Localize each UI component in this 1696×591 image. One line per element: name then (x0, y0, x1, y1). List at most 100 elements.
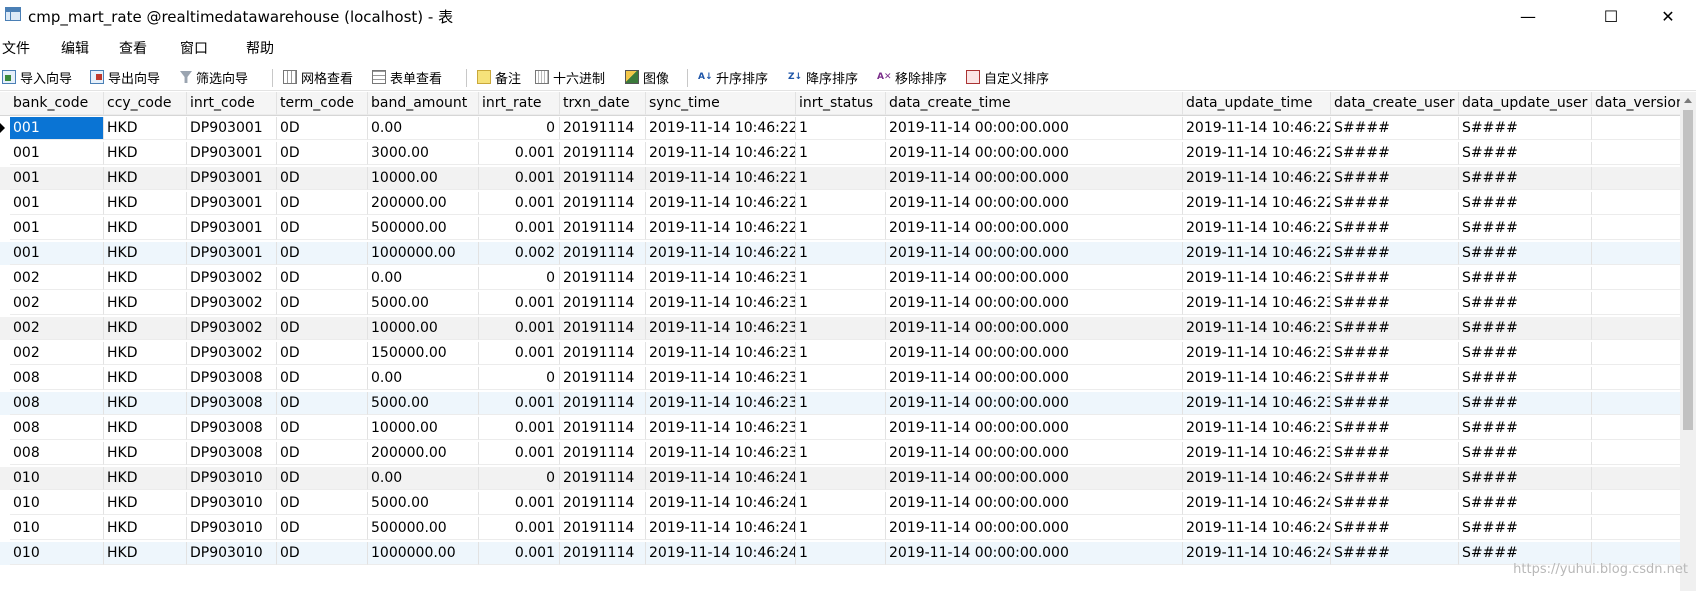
table-cell-band-amount[interactable]: 0.00 (368, 267, 479, 290)
table-cell-sync-time[interactable]: 2019-11-14 10:46:22 (646, 117, 796, 140)
table-cell-inrt-rate[interactable]: 0.001 (479, 417, 560, 440)
data-grid[interactable]: bank_code ccy_code inrt_code term_code band_… (0, 92, 1696, 591)
table-cell-term-code[interactable]: 0D (277, 467, 368, 490)
table-cell-bank-code[interactable]: 001 (10, 117, 104, 140)
table-cell-inrt-status[interactable]: 1 (796, 292, 886, 315)
table-cell-data-version[interactable] (1592, 292, 1690, 315)
table-cell-term-code[interactable]: 0D (277, 442, 368, 465)
table-cell-inrt-rate[interactable]: 0 (479, 117, 560, 140)
table-cell-data-update-time[interactable]: 2019-11-14 10:46:23 (1183, 442, 1331, 465)
table-cell-data-create-user[interactable]: S#### (1331, 192, 1459, 215)
form-view-button[interactable]: 表单查看 (372, 67, 442, 87)
table-cell-inrt-rate[interactable]: 0 (479, 367, 560, 390)
table-cell-inrt-status[interactable]: 1 (796, 267, 886, 290)
table-cell-sync-time[interactable]: 2019-11-14 10:46:23 (646, 342, 796, 365)
table-cell-term-code[interactable]: 0D (277, 392, 368, 415)
table-cell-ccy-code[interactable]: HKD (104, 342, 187, 365)
table-cell-data-create-user[interactable]: S#### (1331, 292, 1459, 315)
table-cell-inrt-code[interactable]: DP903008 (187, 392, 277, 415)
table-row[interactable]: 001 HKD DP903001 0D 1000000.00 0.002 20191114 2… (0, 242, 1690, 265)
table-cell-band-amount[interactable]: 500000.00 (368, 217, 479, 240)
table-cell-term-code[interactable]: 0D (277, 117, 368, 140)
table-cell-ccy-code[interactable]: HKD (104, 217, 187, 240)
table-row[interactable]: 001 HKD DP903001 0D 10000.00 0.001 20191114 201… (0, 167, 1690, 190)
table-cell-bank-code[interactable]: 002 (10, 342, 104, 365)
table-cell-data-update-user[interactable]: S#### (1459, 142, 1592, 165)
menu-window[interactable]: 窗口 (180, 38, 208, 58)
table-cell-trxn-date[interactable]: 20191114 (560, 542, 646, 565)
table-cell-data-create-time[interactable]: 2019-11-14 00:00:00.000 (886, 292, 1183, 315)
table-cell-data-update-user[interactable]: S#### (1459, 267, 1592, 290)
sort-descending-button[interactable]: Z↓ 降序排序 (788, 67, 858, 87)
table-cell-term-code[interactable]: 0D (277, 242, 368, 265)
table-cell-bank-code[interactable]: 008 (10, 442, 104, 465)
table-cell-inrt-rate[interactable]: 0.001 (479, 217, 560, 240)
table-cell-ccy-code[interactable]: HKD (104, 467, 187, 490)
table-cell-inrt-status[interactable]: 1 (796, 342, 886, 365)
table-cell-bank-code[interactable]: 008 (10, 367, 104, 390)
hex-button[interactable]: 十六进制 (535, 67, 605, 87)
table-cell-ccy-code[interactable]: HKD (104, 492, 187, 515)
table-row[interactable]: 001 HKD DP903001 0D 200000.00 0.001 20191114 20… (0, 192, 1690, 215)
table-cell-trxn-date[interactable]: 20191114 (560, 142, 646, 165)
table-cell-data-update-time[interactable]: 2019-11-14 10:46:22 (1183, 142, 1331, 165)
table-cell-data-create-user[interactable]: S#### (1331, 267, 1459, 290)
table-cell-inrt-status[interactable]: 1 (796, 392, 886, 415)
table-cell-inrt-status[interactable]: 1 (796, 142, 886, 165)
table-cell-data-update-user[interactable]: S#### (1459, 417, 1592, 440)
table-cell-trxn-date[interactable]: 20191114 (560, 342, 646, 365)
table-cell-inrt-rate[interactable]: 0.001 (479, 142, 560, 165)
table-cell-data-update-time[interactable]: 2019-11-14 10:46:24 (1183, 467, 1331, 490)
table-cell-ccy-code[interactable]: HKD (104, 267, 187, 290)
table-cell-inrt-rate[interactable]: 0 (479, 267, 560, 290)
column-header-band-amount[interactable]: band_amount (368, 92, 479, 115)
column-header-data-update-time[interactable]: data_update_time (1183, 92, 1331, 115)
table-cell-bank-code[interactable]: 010 (10, 492, 104, 515)
column-header-data-create-time[interactable]: data_create_time (886, 92, 1183, 115)
table-cell-data-create-user[interactable]: S#### (1331, 117, 1459, 140)
table-cell-inrt-code[interactable]: DP903002 (187, 292, 277, 315)
column-header-inrt-status[interactable]: inrt_status (796, 92, 886, 115)
table-cell-term-code[interactable]: 0D (277, 192, 368, 215)
table-cell-term-code[interactable]: 0D (277, 492, 368, 515)
table-cell-inrt-rate[interactable]: 0.001 (479, 317, 560, 340)
menu-view[interactable]: 查看 (119, 38, 147, 58)
table-cell-term-code[interactable]: 0D (277, 367, 368, 390)
table-cell-ccy-code[interactable]: HKD (104, 167, 187, 190)
table-cell-data-create-time[interactable]: 2019-11-14 00:00:00.000 (886, 417, 1183, 440)
table-cell-data-create-time[interactable]: 2019-11-14 00:00:00.000 (886, 317, 1183, 340)
table-cell-data-version[interactable] (1592, 342, 1690, 365)
table-cell-bank-code[interactable]: 001 (10, 167, 104, 190)
table-cell-bank-code[interactable]: 001 (10, 242, 104, 265)
table-cell-ccy-code[interactable]: HKD (104, 292, 187, 315)
table-cell-data-create-user[interactable]: S#### (1331, 142, 1459, 165)
menu-file[interactable]: 文件 (2, 38, 30, 58)
table-cell-data-create-user[interactable]: S#### (1331, 392, 1459, 415)
import-wizard-button[interactable]: 导入向导 (2, 67, 72, 87)
table-row[interactable]: 001 HKD DP903001 0D 3000.00 0.001 20191114 2019… (0, 142, 1690, 165)
table-cell-inrt-status[interactable]: 1 (796, 492, 886, 515)
table-cell-sync-time[interactable]: 2019-11-14 10:46:22 (646, 242, 796, 265)
table-cell-ccy-code[interactable]: HKD (104, 192, 187, 215)
table-cell-ccy-code[interactable]: HKD (104, 117, 187, 140)
table-cell-band-amount[interactable]: 10000.00 (368, 417, 479, 440)
table-cell-term-code[interactable]: 0D (277, 542, 368, 565)
table-cell-data-update-user[interactable]: S#### (1459, 392, 1592, 415)
table-cell-data-update-user[interactable]: S#### (1459, 342, 1592, 365)
table-cell-bank-code[interactable]: 008 (10, 392, 104, 415)
table-cell-data-create-user[interactable]: S#### (1331, 442, 1459, 465)
note-button[interactable]: 备注 (477, 67, 521, 87)
table-cell-inrt-rate[interactable]: 0.001 (479, 442, 560, 465)
table-cell-ccy-code[interactable]: HKD (104, 142, 187, 165)
table-cell-inrt-status[interactable]: 1 (796, 542, 886, 565)
table-cell-band-amount[interactable]: 10000.00 (368, 167, 479, 190)
table-cell-data-update-time[interactable]: 2019-11-14 10:46:22 (1183, 117, 1331, 140)
table-row[interactable]: 008 HKD DP903008 0D 10000.00 0.001 20191114 201… (0, 417, 1690, 440)
table-cell-data-create-user[interactable]: S#### (1331, 542, 1459, 565)
table-cell-data-version[interactable] (1592, 217, 1690, 240)
table-cell-sync-time[interactable]: 2019-11-14 10:46:23 (646, 267, 796, 290)
table-cell-inrt-code[interactable]: DP903001 (187, 192, 277, 215)
table-cell-data-update-time[interactable]: 2019-11-14 10:46:23 (1183, 417, 1331, 440)
table-row[interactable]: 002 HKD DP903002 0D 0.00 0 20191114 2019-11-14 … (0, 267, 1690, 290)
table-cell-inrt-code[interactable]: DP903001 (187, 242, 277, 265)
